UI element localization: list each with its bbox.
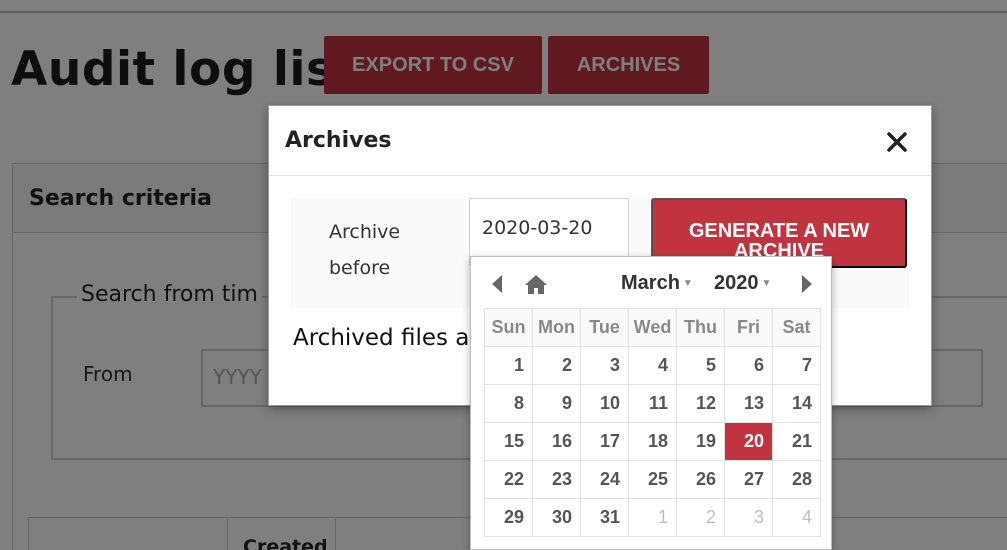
calendar-day[interactable]: 4 (628, 346, 677, 385)
calendar-day[interactable]: 12 (676, 384, 725, 423)
modal-title: Archives (285, 128, 392, 153)
calendar-week-row: 1234567 (484, 346, 821, 385)
calendar-day[interactable]: 5 (676, 346, 725, 385)
close-icon (887, 132, 907, 152)
calendar-week-row: 8 9 10 11 12 13 14 (484, 384, 821, 423)
chevron-right-icon[interactable] (799, 273, 815, 295)
calendar-day[interactable]: 26 (676, 460, 725, 499)
calendar-week-row: 22 23 24 25 26 27 28 (484, 460, 821, 499)
calendar-day[interactable]: 1 (484, 346, 533, 385)
chevron-left-icon[interactable] (489, 273, 505, 295)
calendar-day[interactable]: 16 (532, 422, 581, 461)
year-select[interactable]: 2020 ▼ (714, 272, 771, 295)
calendar-day[interactable]: 2 (532, 346, 581, 385)
modal-header: Archives (269, 106, 931, 176)
calendar-day[interactable]: 7 (772, 346, 821, 385)
calendar-day[interactable]: 3 (580, 346, 629, 385)
weekday-header: Wed (628, 308, 677, 347)
calendar-day[interactable]: 15 (484, 422, 533, 461)
calendar-day[interactable]: 24 (580, 460, 629, 499)
calendar-day[interactable]: 19 (676, 422, 725, 461)
close-button[interactable] (879, 124, 915, 160)
calendar-day[interactable]: 30 (532, 498, 581, 537)
calendar-day[interactable]: 10 (580, 384, 629, 423)
calendar-day[interactable]: 29 (484, 498, 533, 537)
calendar-day[interactable]: 25 (628, 460, 677, 499)
calendar-day[interactable]: 23 (532, 460, 581, 499)
calendar-day[interactable]: 9 (532, 384, 581, 423)
weekday-header: Sat (772, 308, 821, 347)
home-icon[interactable] (523, 272, 549, 296)
month-select[interactable]: March ▼ (621, 272, 693, 295)
calendar-day[interactable]: 21 (772, 422, 821, 461)
year-label: 2020 (714, 272, 759, 294)
calendar-day[interactable]: 6 (724, 346, 773, 385)
calendar-day[interactable]: 2 (676, 498, 725, 537)
weekday-header: Sun (484, 308, 533, 347)
weekday-header: Fri (724, 308, 773, 347)
weekday-header: Mon (532, 308, 581, 347)
calendar-day[interactable]: 28 (772, 460, 821, 499)
weekday-header: Tue (580, 308, 629, 347)
datepicker-popup: March ▼ 2020 ▼ Sun Mon Tue Wed Thu Fri Sat… (470, 256, 832, 550)
weekday-header: Thu (676, 308, 725, 347)
calendar-day[interactable]: 11 (628, 384, 677, 423)
calendar-day[interactable]: 31 (580, 498, 629, 537)
calendar-day[interactable]: 4 (772, 498, 821, 537)
caret-down-icon: ▼ (682, 278, 693, 290)
calendar-day[interactable]: 8 (484, 384, 533, 423)
calendar-day[interactable]: 17 (580, 422, 629, 461)
archived-files-text: Archived files a (293, 325, 470, 351)
calendar-day[interactable]: 3 (724, 498, 773, 537)
month-label: March (621, 272, 680, 294)
calendar-day[interactable]: 27 (724, 460, 773, 499)
calendar-week-row: 29 30 31 1 2 3 4 (484, 498, 821, 537)
calendar-day[interactable]: 13 (724, 384, 773, 423)
archive-before-label: Archive before (329, 221, 401, 279)
weekday-row: Sun Mon Tue Wed Thu Fri Sat (484, 308, 821, 347)
calendar-day[interactable]: 22 (484, 460, 533, 499)
caret-down-icon: ▼ (761, 278, 772, 290)
calendar-grid: Sun Mon Tue Wed Thu Fri Sat 1 2 3 4 5 6 7 8 9 10 1… (484, 308, 821, 537)
calendar-day[interactable]: 18 (628, 422, 677, 461)
calendar-day[interactable]: 1 (628, 498, 677, 537)
calendar-day[interactable]: 14 (772, 384, 821, 423)
calendar-week-row: 15 16 17 18 19 20 21 (484, 422, 821, 461)
calendar-day-selected[interactable]: 20 (724, 422, 773, 461)
